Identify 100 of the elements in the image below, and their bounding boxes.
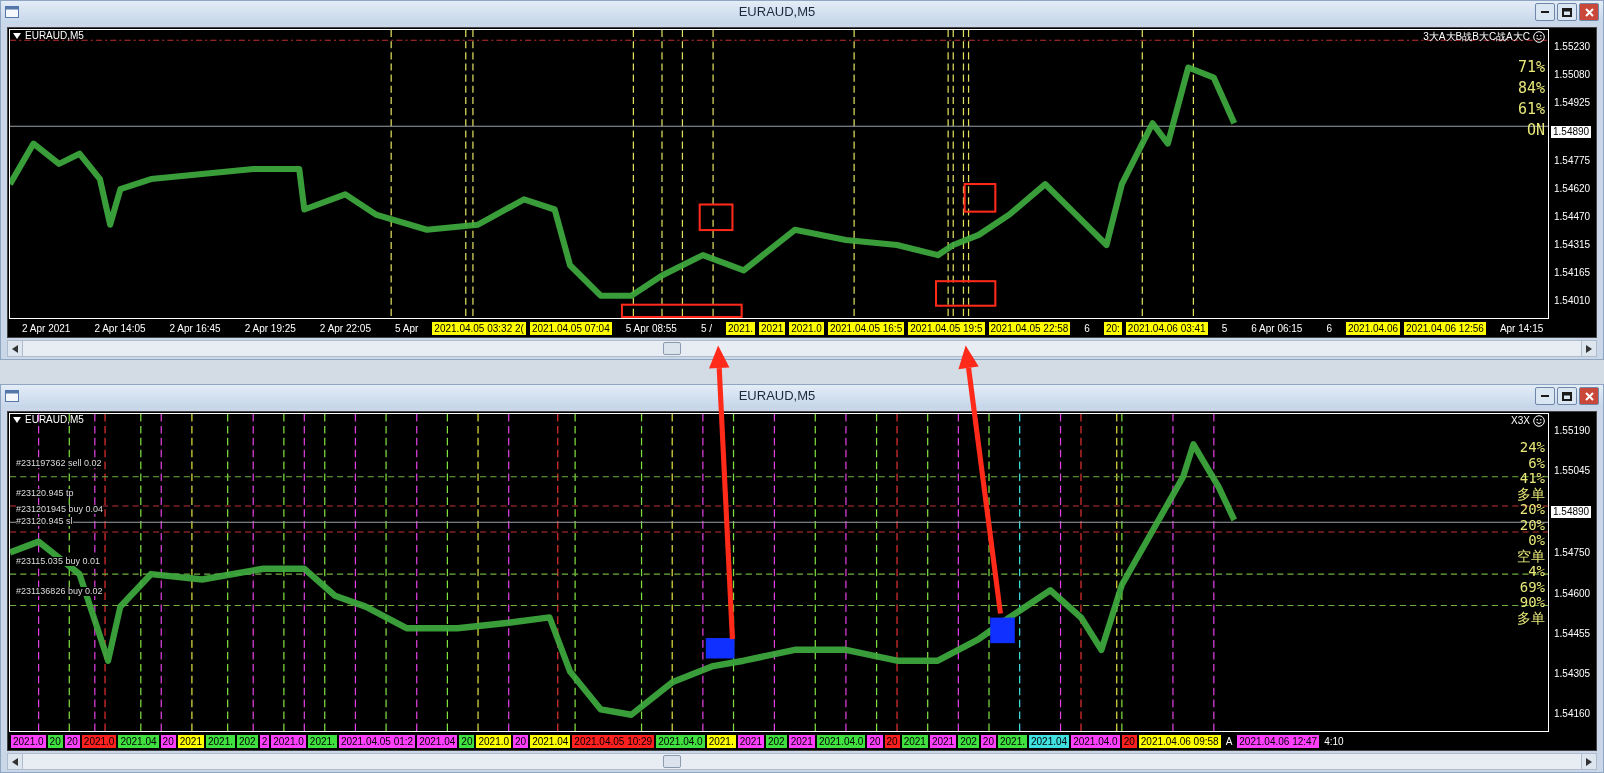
indicator-value: 20%: [1519, 517, 1545, 533]
left-arrow-icon: [12, 344, 18, 353]
status-text: 3大A大B战B大C战A大C: [1423, 32, 1530, 42]
scrollbar-thumb[interactable]: [663, 755, 681, 768]
time-marker: 2021.04.05 01:2: [338, 735, 416, 748]
time-marker: 2021.04.06 12:47: [1237, 735, 1320, 748]
time-marker: 20: [47, 735, 63, 748]
indicator-value: 61%: [1517, 100, 1545, 119]
time-marker: 20: [513, 735, 529, 748]
time-marker: 2021.: [706, 735, 736, 748]
time-marker: 2021.0: [789, 322, 824, 335]
maximize-button[interactable]: [1557, 387, 1577, 405]
time-label: 2 Apr 14:05: [93, 322, 147, 335]
window-icon: [5, 6, 19, 18]
minimize-button[interactable]: [1535, 3, 1555, 21]
indicator-value: 71%: [1517, 58, 1545, 77]
price-tick: 1.55045: [1554, 466, 1592, 477]
time-marker: 2021.04: [530, 735, 571, 748]
time-marker: 2021.0: [476, 735, 512, 748]
scrollbar-thumb[interactable]: [663, 342, 681, 355]
price-tick: 1.54750: [1554, 548, 1592, 559]
time-marker: 2021.04.05 10:29: [572, 735, 655, 748]
indicator-value: 20%: [1519, 502, 1545, 518]
current-price: 1.54890: [1551, 126, 1592, 138]
time-marker: 2021.04.05 07:04: [529, 322, 612, 335]
time-marker: 2021: [737, 735, 764, 748]
window-title: EURAUD,M5: [737, 387, 817, 406]
order-label: #23120.945 sl: [16, 516, 73, 526]
close-button[interactable]: [1579, 3, 1599, 21]
indicator-value: 69%: [1519, 579, 1545, 595]
time-marker: 20: [980, 735, 996, 748]
order-label: #23115.035 buy 0.01: [16, 556, 100, 566]
time-marker: 2021.04.05 16:5: [827, 322, 905, 335]
time-label: 6 Apr 06:15: [1250, 322, 1304, 335]
indicator-value: 84%: [1517, 79, 1545, 98]
time-marker: 2021.0: [81, 735, 117, 748]
price-tick: 1.54925: [1554, 98, 1592, 108]
time-label: 2 Apr 2021: [21, 322, 72, 335]
order-label: #23120.945 tp: [16, 488, 74, 498]
horizontal-scrollbar[interactable]: [7, 753, 1597, 770]
price-tick: 1.55190: [1554, 426, 1592, 436]
time-label: 5: [1220, 322, 1229, 335]
time-marker: 2021.04.0: [656, 735, 705, 748]
order-label: #231201945 buy 0.04: [16, 504, 104, 514]
horizontal-scrollbar[interactable]: [7, 340, 1597, 357]
maximize-button[interactable]: [1557, 3, 1577, 21]
symbol-label: EURAUD,M5: [25, 31, 84, 41]
maximize-icon: [1562, 391, 1572, 401]
price-tick: 1.54165: [1554, 268, 1592, 278]
time-marker: 2021.04.05 03:32 2(: [432, 322, 526, 335]
time-marker: 2021.: [726, 322, 756, 335]
time-marker: 2021.04.0: [816, 735, 866, 748]
window-title: EURAUD,M5: [737, 3, 817, 22]
time-marker: 2021.04: [417, 735, 458, 748]
time-marker: 20: [459, 735, 475, 748]
time-label: 2 Apr 16:45: [168, 322, 222, 335]
time-marker: 20: [160, 735, 176, 748]
time-marker: 2021: [759, 322, 786, 335]
current-price: 1.54890: [1551, 506, 1592, 519]
time-label: A: [1224, 735, 1234, 748]
price-tick: 1.54010: [1554, 296, 1592, 306]
indicator-value: ON: [1526, 121, 1545, 140]
dropdown-triangle-icon: [13, 33, 21, 39]
time-marker: 2021.: [997, 735, 1027, 748]
window-icon: [5, 390, 19, 402]
minimize-icon: [1541, 395, 1549, 397]
time-marker: 2021.0: [271, 735, 306, 748]
time-label: 6: [1325, 322, 1333, 335]
time-marker: 2021.04.06 09:58: [1138, 735, 1221, 748]
price-tick: 1.54455: [1554, 628, 1592, 639]
price-tick: 1.54600: [1554, 588, 1592, 599]
price-tick: 1.54620: [1554, 184, 1592, 194]
time-marker: 2021: [901, 735, 928, 748]
highlight-square: [705, 638, 735, 659]
status-text: X3X: [1511, 416, 1530, 426]
symbol-label: EURAUD,M5: [25, 415, 84, 425]
time-marker: 2021.04.06 03:41: [1125, 322, 1208, 335]
time-label: 5 Apr: [394, 322, 420, 335]
time-marker: 202: [765, 735, 787, 748]
price-tick: 1.54160: [1554, 709, 1592, 719]
time-marker: 20: [64, 735, 80, 748]
time-label: 2 Apr 22:05: [318, 322, 372, 335]
indicator-value: 多单: [1517, 610, 1545, 626]
dropdown-triangle-icon: [13, 417, 21, 423]
close-icon: [1584, 391, 1594, 401]
close-button[interactable]: [1579, 387, 1599, 405]
price-tick: 1.55080: [1554, 70, 1592, 80]
close-icon: [1584, 7, 1594, 17]
price-tick: 1.54315: [1554, 240, 1592, 250]
indicator-value: 4%: [1528, 564, 1545, 580]
time-marker: 2021: [929, 735, 957, 748]
minimize-button[interactable]: [1535, 387, 1555, 405]
order-label: #231197362 sell 0.02: [16, 459, 102, 469]
time-marker: 202: [237, 735, 258, 748]
maximize-icon: [1562, 7, 1572, 17]
indicator-value: 多单: [1517, 486, 1545, 502]
price-tick: 1.55230: [1554, 42, 1592, 52]
highlight-square: [990, 617, 1015, 644]
time-marker: 2021.04: [1029, 735, 1070, 748]
price-tick: 1.54305: [1554, 668, 1592, 679]
